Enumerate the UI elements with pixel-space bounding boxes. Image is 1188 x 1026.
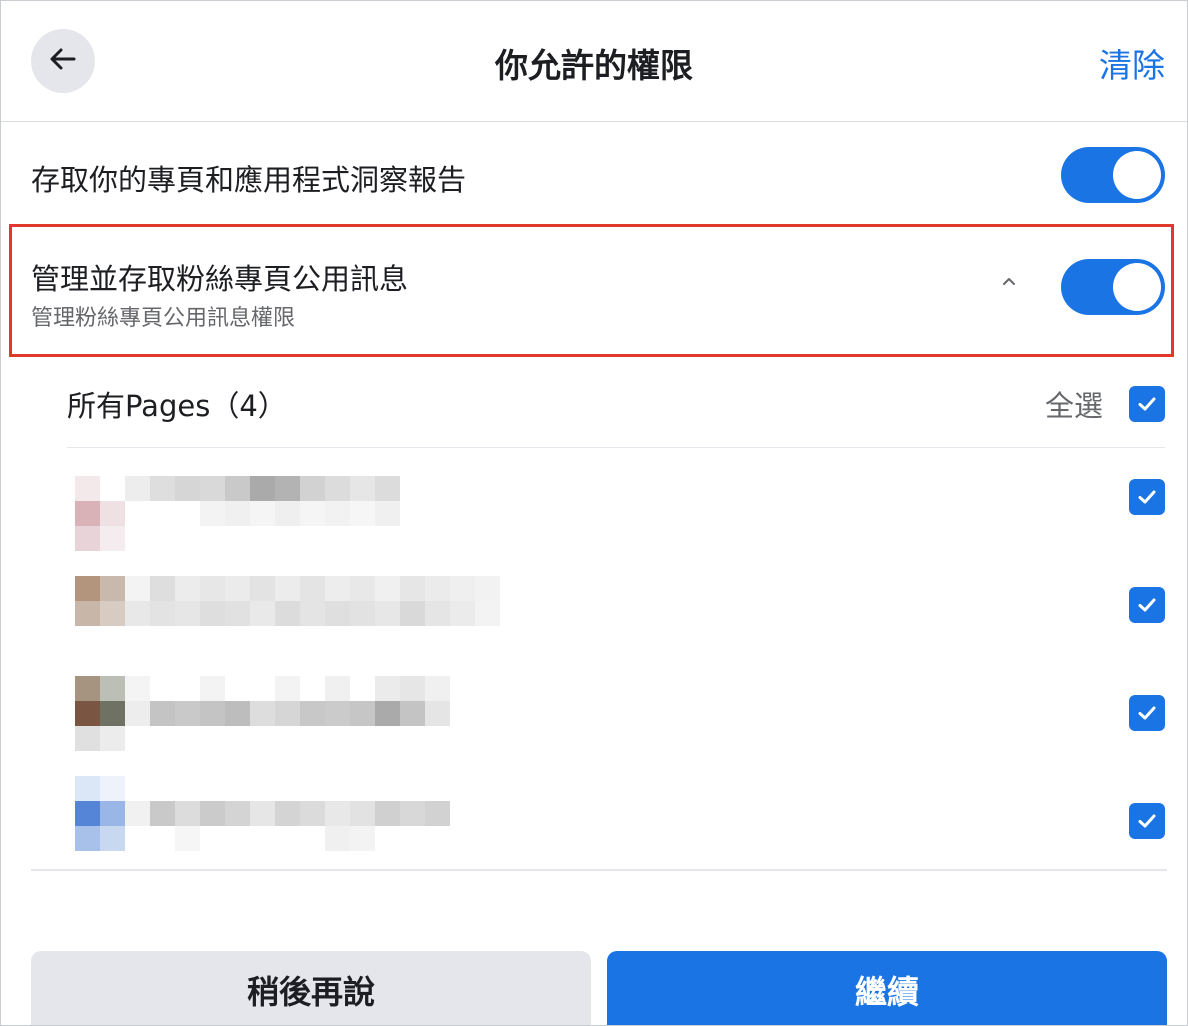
not-now-button[interactable]: 稍後再說 [31,951,591,1025]
checkmark-icon [1138,397,1156,411]
toggle-knob [1113,263,1161,311]
page-list-item[interactable] [67,471,1165,551]
dialog-header: 你允許的權限 清除 [1,1,1187,122]
select-all-checkbox[interactable] [1129,386,1165,422]
page-avatar [75,476,125,551]
page-checkbox[interactable] [1129,803,1165,839]
continue-button[interactable]: 繼續 [607,951,1167,1025]
pages-list-header: 所有Pages（4） 全選 [67,363,1165,448]
page-name-redacted [125,801,450,851]
clear-button[interactable]: 清除 [1099,39,1165,87]
permission-row-messages: 管理並存取粉絲專頁公用訊息 管理粉絲專頁公用訊息權限 [1,224,1187,359]
permission-title: 管理並存取粉絲專頁公用訊息 [31,262,409,296]
list-divider [31,869,1167,871]
page-checkbox[interactable] [1129,695,1165,731]
page-checkbox[interactable] [1129,587,1165,623]
page-avatar [75,676,125,751]
page-name-redacted [125,576,500,626]
page-checkbox[interactable] [1129,479,1165,515]
permission-toggle-messages[interactable] [1061,259,1165,315]
page-avatar [75,776,125,851]
page-name-redacted [125,476,400,526]
pages-title: 所有Pages（4） [67,389,287,423]
chevron-up-icon[interactable] [997,270,1021,294]
page-list-item[interactable] [67,576,1165,636]
page-list-item[interactable] [67,776,1165,851]
permission-row-insights: 存取你的專頁和應用程式洞察報告 [1,123,1187,223]
checkmark-icon [1138,706,1156,720]
toggle-knob [1113,151,1161,199]
page-avatar [75,576,125,651]
permission-toggle-insights[interactable] [1061,147,1165,203]
page-list-item[interactable] [67,676,1165,751]
page-name-redacted [125,676,450,726]
permission-subtitle: 管理粉絲專頁公用訊息權限 [31,306,296,331]
checkmark-icon [1138,814,1156,828]
permissions-dialog: 你允許的權限 清除 存取你的專頁和應用程式洞察報告 管理並存取粉絲專頁公用訊息 … [0,0,1188,1026]
select-all-label[interactable]: 全選 [1045,383,1103,425]
checkmark-icon [1138,598,1156,612]
page-title: 你允許的權限 [495,46,693,85]
checkmark-icon [1138,490,1156,504]
permission-title: 存取你的專頁和應用程式洞察報告 [31,163,467,197]
